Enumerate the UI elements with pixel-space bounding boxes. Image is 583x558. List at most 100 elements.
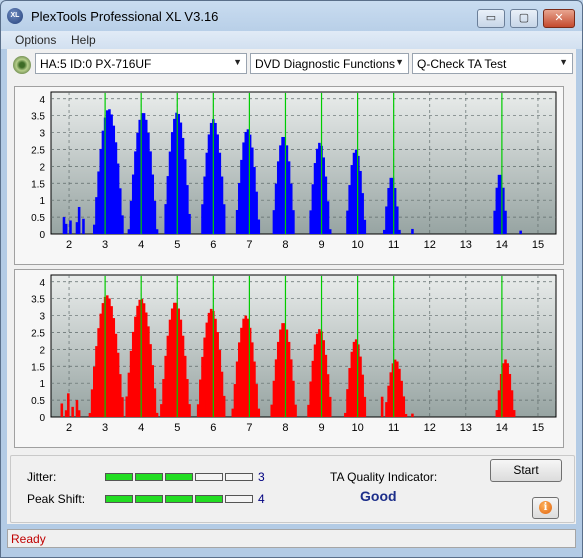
data-bar (404, 413, 408, 417)
data-bar (363, 396, 367, 417)
app-window: XL PlexTools Professional XL V3.16 ▭ ▢ ✕… (0, 0, 583, 558)
y-tick-label: 1.5 (31, 362, 45, 373)
data-bar (77, 206, 81, 234)
x-tick-label: 11 (388, 422, 399, 434)
data-bar (512, 410, 516, 417)
meter-segment (225, 473, 253, 481)
drive-select-value: HA:5 ID:0 PX-716UF (40, 57, 152, 71)
start-button[interactable]: Start (490, 459, 562, 482)
chevron-down-icon: ▼ (233, 57, 242, 67)
y-tick-label: 0 (39, 230, 45, 241)
x-tick-label: 5 (174, 422, 180, 434)
jitter-value: 3 (258, 470, 265, 484)
menu-bar: Options Help (1, 31, 582, 49)
x-tick-label: 5 (174, 239, 180, 251)
data-bar (155, 412, 159, 417)
meter-segment (165, 473, 193, 481)
close-button[interactable]: ✕ (543, 9, 575, 28)
x-tick-label: 4 (138, 239, 144, 251)
x-tick-label: 13 (460, 422, 472, 434)
data-bar (69, 220, 72, 234)
y-tick-label: 3.5 (31, 295, 45, 306)
maximize-button[interactable]: ▢ (510, 9, 538, 28)
x-tick-label: 7 (246, 422, 252, 434)
x-tick-label: 4 (138, 422, 144, 434)
x-tick-label: 2 (66, 422, 72, 434)
data-bar (402, 396, 406, 417)
app-logo-icon[interactable]: XL (7, 8, 23, 24)
data-bar (328, 396, 332, 417)
data-bar (257, 219, 261, 234)
function-select-value: DVD Diagnostic Functions (255, 57, 396, 71)
x-tick-label: 9 (318, 422, 324, 434)
x-tick-label: 3 (102, 422, 108, 434)
x-tick-label: 14 (496, 422, 508, 434)
y-tick-label: 4 (39, 278, 45, 289)
x-tick-label: 10 (351, 239, 363, 251)
meter-segment (225, 495, 253, 503)
y-tick-label: 3.5 (31, 112, 45, 123)
title-bar[interactable]: XL PlexTools Professional XL V3.16 ▭ ▢ ✕ (1, 1, 582, 31)
info-icon: i (539, 501, 552, 514)
top-chart-panel: 0 0.5 1 1.5 2 2.5 3 3.5 4 2 3 4 5 6 7 8 9 10 11 12 13 14 15 (14, 86, 564, 265)
x-tick-label: 12 (424, 422, 436, 434)
plot-area (50, 91, 557, 235)
drive-select[interactable]: HA:5 ID:0 PX-716UF ▼ (35, 53, 247, 74)
y-tick-label: 1.5 (31, 179, 45, 190)
y-tick-label: 1 (39, 379, 45, 390)
main-panel: HA:5 ID:0 PX-716UF ▼ DVD Diagnostic Func… (7, 49, 576, 524)
test-select[interactable]: Q-Check TA Test ▼ (412, 53, 573, 74)
ta-quality-label: TA Quality Indicator: (330, 470, 438, 484)
x-tick-label: 6 (210, 422, 216, 434)
function-select[interactable]: DVD Diagnostic Functions ▼ (250, 53, 409, 74)
data-bar (82, 218, 85, 234)
data-bar (222, 204, 226, 234)
data-bar (64, 223, 68, 234)
y-tick-label: 3 (39, 129, 45, 140)
meter-segment (165, 495, 193, 503)
x-tick-label: 2 (66, 239, 72, 251)
data-bar (121, 397, 124, 417)
chevron-down-icon: ▼ (395, 57, 404, 67)
x-tick-label: 8 (282, 422, 288, 434)
data-bar (411, 228, 414, 234)
x-tick-label: 10 (351, 422, 363, 434)
data-bar (328, 229, 332, 234)
x-tick-label: 14 (496, 239, 508, 251)
x-tick-label: 9 (318, 239, 324, 251)
data-bar (71, 406, 74, 417)
data-bar (363, 219, 367, 234)
x-tick-label: 6 (210, 239, 216, 251)
data-bar (396, 206, 399, 234)
x-tick-label: 15 (532, 422, 544, 434)
meter-segment (105, 473, 133, 481)
status-text: Ready (11, 532, 46, 546)
data-bar (188, 213, 191, 234)
status-bar: Ready (7, 529, 576, 548)
y-tick-label: 2 (39, 162, 45, 173)
data-bar (153, 200, 157, 234)
menu-options[interactable]: Options (15, 33, 56, 47)
data-bar (294, 404, 297, 417)
data-bar (60, 403, 64, 417)
peak-shift-value: 4 (258, 492, 265, 506)
data-bar (257, 408, 261, 417)
y-tick-label: 2.5 (31, 145, 45, 156)
info-button[interactable]: i (532, 497, 559, 519)
data-bar (153, 388, 157, 417)
y-tick-label: 2 (39, 345, 45, 356)
data-bar (326, 201, 330, 234)
plot-area (50, 274, 557, 418)
y-tick-label: 1 (39, 196, 45, 207)
menu-help[interactable]: Help (71, 33, 96, 47)
test-select-value: Q-Check TA Test (417, 57, 507, 71)
data-bar (292, 210, 295, 234)
data-bar (77, 410, 81, 417)
chevron-down-icon: ▼ (559, 57, 568, 67)
data-bar (411, 413, 414, 417)
data-bar (380, 396, 384, 417)
y-tick-label: 2.5 (31, 328, 45, 339)
minimize-button[interactable]: ▭ (477, 9, 505, 28)
data-bar (121, 215, 124, 234)
x-tick-label: 15 (532, 239, 544, 251)
